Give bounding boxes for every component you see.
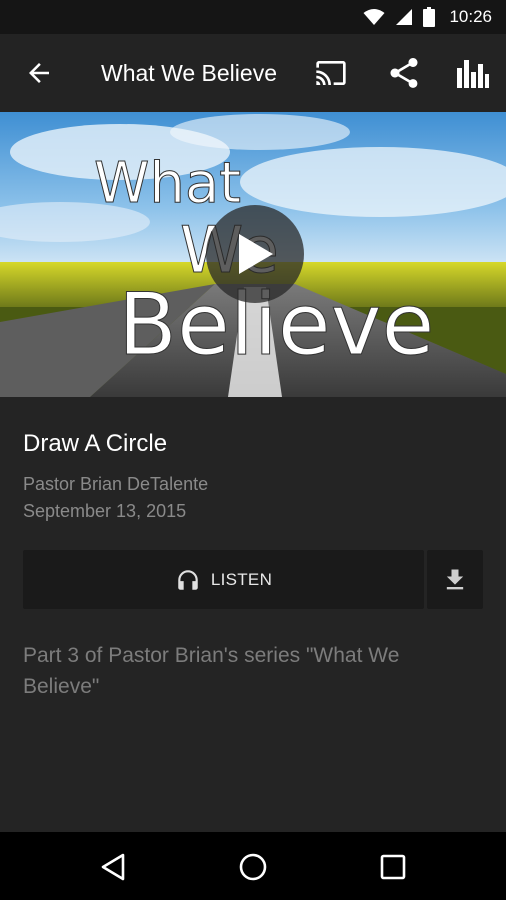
home-nav-icon: [239, 853, 267, 881]
nav-recents-button[interactable]: [376, 850, 410, 884]
sermon-speaker: Pastor Brian DeTalente: [23, 474, 209, 494]
wifi-icon: [363, 9, 385, 25]
status-bar: 10:26: [0, 0, 506, 34]
back-nav-icon: [101, 853, 125, 881]
nav-back-button[interactable]: [96, 850, 130, 884]
sermon-title: Draw A Circle: [23, 430, 168, 457]
series-artwork: What We Believe: [0, 112, 506, 397]
play-icon: [239, 234, 273, 274]
cast-button[interactable]: [313, 56, 349, 90]
listen-button[interactable]: LISTEN: [23, 550, 424, 609]
share-button[interactable]: [386, 56, 422, 90]
status-time: 10:26: [449, 7, 492, 26]
page-title: What We Believe: [101, 60, 277, 86]
share-icon: [390, 58, 418, 88]
headphones-icon: [178, 569, 198, 590]
arrow-back-icon: [29, 63, 49, 83]
download-button[interactable]: [427, 550, 483, 609]
cast-icon: [316, 61, 346, 85]
recents-nav-icon: [380, 854, 406, 880]
stats-button[interactable]: [455, 56, 491, 90]
app-bar: What We Believe: [0, 34, 506, 112]
sermon-description: Part 3 of Pastor Brian's series "What We…: [23, 644, 400, 698]
play-button[interactable]: [206, 205, 304, 303]
artwork-title-line1: What: [94, 151, 241, 216]
signal-icon: [396, 9, 413, 25]
battery-icon: [423, 7, 436, 27]
sermon-details: Draw A Circle Pastor Brian DeTalente Sep…: [0, 397, 506, 832]
nav-home-button[interactable]: [236, 850, 270, 884]
sermon-date: September 13, 2015: [23, 501, 187, 521]
listen-label: LISTEN: [210, 569, 273, 589]
stats-icon: [457, 60, 489, 88]
back-button[interactable]: [24, 58, 54, 88]
download-icon: [446, 569, 464, 589]
system-nav-bar: [0, 832, 506, 900]
